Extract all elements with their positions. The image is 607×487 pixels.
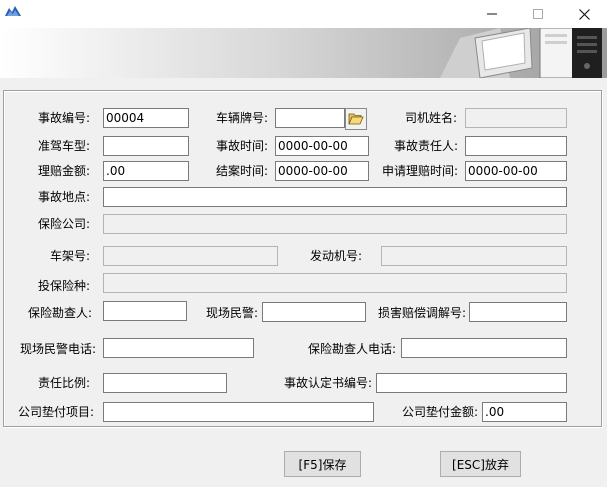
accident-no-label: 事故编号:	[37, 111, 90, 125]
settle-time-label: 结案时间:	[215, 164, 268, 178]
insurance-type-label: 投保险种:	[37, 279, 90, 293]
engine-no-field[interactable]	[381, 246, 567, 266]
computer-illustration-icon	[440, 28, 602, 78]
cancel-button[interactable]: [ESC]放弃	[440, 451, 521, 477]
surveyor-label: 保险勘查人:	[27, 306, 92, 320]
responsible-person-field[interactable]	[465, 136, 567, 156]
police-phone-label: 现场民警电话:	[19, 342, 96, 356]
close-button[interactable]	[561, 0, 607, 28]
certificate-no-field[interactable]	[376, 373, 567, 393]
liability-ratio-field[interactable]	[103, 373, 227, 393]
mediation-no-field[interactable]	[469, 302, 567, 322]
frame-no-field[interactable]	[103, 246, 278, 266]
surveyor-phone-label: 保险勘查人电话:	[307, 342, 396, 356]
title-bar	[0, 0, 607, 29]
police-label: 现场民警:	[205, 306, 258, 320]
maximize-icon	[533, 9, 543, 19]
plate-no-label: 车辆牌号:	[215, 111, 268, 125]
engine-no-label: 发动机号:	[309, 249, 362, 263]
claim-amount-label: 理赔金额:	[37, 164, 90, 178]
advance-amount-label: 公司垫付金额:	[401, 405, 478, 419]
certificate-no-label: 事故认定书编号:	[283, 376, 372, 390]
liability-ratio-label: 责任比例:	[37, 376, 90, 390]
browse-plate-button[interactable]	[345, 108, 367, 130]
insurance-company-label: 保险公司:	[37, 217, 90, 231]
save-button[interactable]: [F5]保存	[284, 451, 361, 477]
maximize-button[interactable]	[515, 0, 561, 28]
driver-name-field[interactable]	[465, 108, 567, 128]
settle-time-field[interactable]: 0000-00-00	[275, 161, 369, 181]
advance-amount-field[interactable]: .00	[482, 402, 567, 422]
surveyor-field[interactable]	[103, 301, 187, 321]
license-type-field[interactable]	[103, 136, 189, 156]
accident-time-label: 事故时间:	[215, 139, 268, 153]
folder-open-icon	[348, 113, 364, 125]
license-type-label: 准驾车型:	[37, 139, 90, 153]
police-field[interactable]	[262, 302, 366, 322]
claim-apply-time-field[interactable]: 0000-00-00	[465, 161, 567, 181]
accident-no-field[interactable]: 00004	[103, 108, 189, 128]
header-banner	[0, 28, 607, 78]
accident-time-field[interactable]: 0000-00-00	[275, 136, 369, 156]
responsible-person-label: 事故责任人:	[393, 139, 458, 153]
minimize-icon	[487, 13, 497, 15]
app-icon	[4, 5, 22, 17]
advance-item-field[interactable]	[103, 402, 374, 422]
close-icon	[578, 8, 590, 20]
frame-no-label: 车架号:	[49, 249, 90, 263]
minimize-button[interactable]	[469, 0, 515, 28]
plate-no-field[interactable]	[275, 108, 345, 128]
surveyor-phone-field[interactable]	[401, 338, 567, 358]
driver-name-label: 司机姓名:	[404, 111, 457, 125]
insurance-company-field[interactable]	[103, 214, 567, 234]
accident-location-field[interactable]	[103, 187, 567, 207]
mediation-no-label: 损害赔偿调解号:	[377, 306, 466, 320]
claim-amount-field[interactable]: .00	[103, 161, 189, 181]
accident-location-label: 事故地点:	[37, 190, 90, 204]
advance-item-label: 公司垫付项目:	[17, 405, 94, 419]
claim-apply-time-label: 申请理赔时间:	[381, 164, 458, 178]
police-phone-field[interactable]	[103, 338, 254, 358]
insurance-type-field[interactable]	[103, 273, 567, 293]
